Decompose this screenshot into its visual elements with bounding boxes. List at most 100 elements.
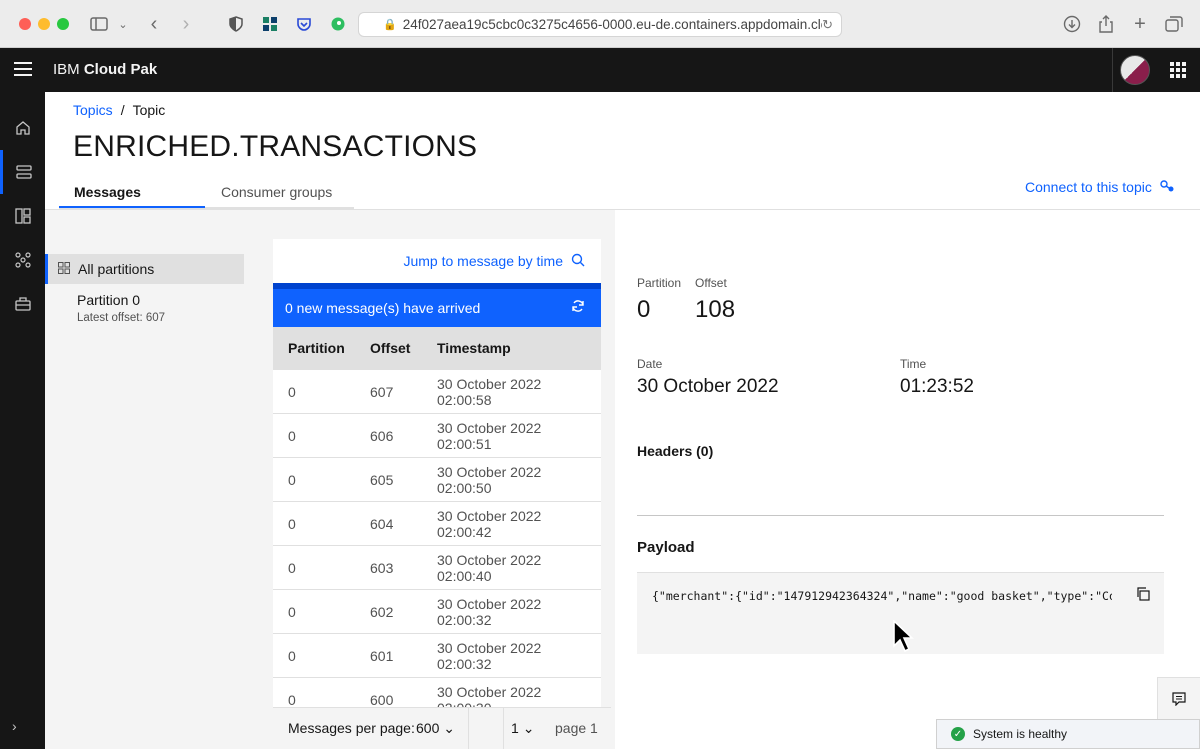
cell-offset: 600 [370,692,394,708]
tab-consumer-groups[interactable]: Consumer groups [205,174,354,208]
jump-to-message-button[interactable]: Jump to message by time [273,239,601,283]
time-value: 01:23:52 [900,376,974,397]
table-row[interactable]: 0 605 30 October 2022 02:00:50 [273,458,601,502]
messages-table: Jump to message by time 0 new message(s)… [273,239,601,749]
cell-timestamp: 30 October 2022 02:00:40 [437,552,542,584]
column-header-offset[interactable]: Offset [370,340,410,356]
forward-icon[interactable]: › [176,13,196,35]
cell-timestamp: 30 October 2022 02:00:58 [437,376,542,408]
page-title: ENRICHED.TRANSACTIONS [73,130,478,163]
page-label: page 1 [555,720,598,736]
pagination: Messages per page: 600 ⌄ 1 ⌄ page 1 [273,707,611,749]
cell-offset: 604 [370,516,394,532]
share-icon[interactable] [1096,14,1116,34]
table-row[interactable]: 0 606 30 October 2022 02:00:51 [273,414,601,458]
pocket-icon[interactable] [294,14,314,34]
date-label: Date [637,357,663,371]
cell-offset: 601 [370,648,394,664]
brand-name[interactable]: IBM Cloud Pak [53,61,157,78]
cell-partition: 0 [288,560,296,576]
download-icon[interactable] [1062,14,1082,34]
table-row[interactable]: 0 601 30 October 2022 02:00:32 [273,634,601,678]
breadcrumb: Topics / Topic [73,102,165,118]
date-value: 30 October 2022 [637,376,779,397]
grid-icon [58,261,70,277]
payload-heading: Payload [637,539,695,556]
cell-offset: 606 [370,428,394,444]
per-page-select[interactable]: 600 ⌄ [416,720,455,737]
checkmark-icon: ✓ [951,727,965,741]
schema-icon[interactable] [0,238,45,282]
table-row[interactable]: 0 604 30 October 2022 02:00:42 [273,502,601,546]
breadcrumb-current: Topic [132,102,166,118]
shield-icon[interactable] [226,14,246,34]
lock-icon: 🔒 [383,19,397,31]
tab-overview-icon[interactable] [1164,14,1184,34]
table-row[interactable]: 0 607 30 October 2022 02:00:58 [273,370,601,414]
partition-label: Partition [637,276,682,290]
menu-icon[interactable] [14,62,32,78]
connect-to-topic-link[interactable]: Connect to this topic [1025,179,1174,195]
maximize-window-button[interactable] [57,18,69,30]
payload-text[interactable]: {"merchant":{"id":"147912942364324","nam… [652,589,1112,603]
pagination-divider [503,708,504,749]
app-switcher-icon[interactable] [1170,62,1186,78]
reload-icon[interactable]: ↻ [822,17,833,33]
refresh-icon[interactable] [571,299,585,318]
minimize-window-button[interactable] [38,18,50,30]
extension-grid-icon[interactable] [260,14,280,34]
all-partitions-label: All partitions [78,261,155,277]
avatar[interactable] [1120,55,1150,85]
chevron-down-icon[interactable]: ⌄ [113,14,133,34]
offset-value: 108 [695,296,736,323]
browser-toolbar: ⌄ ‹ › 🔒 24f027aea19c5cbc0c3275c4656-0000… [0,0,1200,48]
breadcrumb-topics-link[interactable]: Topics [73,102,113,118]
copy-icon[interactable] [1136,587,1150,604]
cell-timestamp: 30 October 2022 02:00:51 [437,420,542,452]
close-window-button[interactable] [19,18,31,30]
cell-offset: 605 [370,472,394,488]
table-header: Partition Offset Timestamp [273,327,601,370]
cell-partition: 0 [288,472,296,488]
expand-nav-icon[interactable]: › [12,718,17,734]
cell-offset: 607 [370,384,394,400]
evernote-icon[interactable] [328,14,348,34]
offset-label: Offset [695,276,727,290]
partition-value: 0 [637,296,651,323]
notification-text: 0 new message(s) have arrived [285,300,481,316]
back-icon[interactable]: ‹ [144,13,164,35]
dashboard-icon[interactable] [0,194,45,238]
column-header-timestamp[interactable]: Timestamp [437,340,511,356]
partition-item[interactable]: Partition 0 [77,292,140,308]
page-select[interactable]: 1 ⌄ [511,720,534,737]
headers-heading[interactable]: Headers (0) [637,443,713,459]
tab-messages[interactable]: Messages [59,174,205,208]
topics-icon[interactable] [0,150,45,194]
cell-partition: 0 [288,516,296,532]
address-bar[interactable]: 🔒 24f027aea19c5cbc0c3275c4656-0000.eu-de… [358,12,842,37]
column-header-partition[interactable]: Partition [288,340,345,356]
cell-partition: 0 [288,384,296,400]
cell-timestamp: 30 October 2022 02:00:50 [437,464,542,496]
section-divider [637,515,1164,516]
cell-offset: 603 [370,560,394,576]
table-row[interactable]: 0 603 30 October 2022 02:00:40 [273,546,601,590]
all-partitions-item[interactable]: All partitions [45,254,244,284]
table-row[interactable]: 0 602 30 October 2022 02:00:32 [273,590,601,634]
home-icon[interactable] [0,106,45,150]
breadcrumb-separator: / [120,102,125,118]
sidebar-toggle-icon[interactable] [89,14,109,34]
chat-icon[interactable] [1157,677,1200,719]
new-tab-icon[interactable]: + [1130,13,1150,35]
toolbox-icon[interactable] [0,282,45,326]
connect-icon [1160,180,1174,195]
cell-timestamp: 30 October 2022 02:00:42 [437,508,542,540]
chevron-down-icon: ⌄ [443,720,455,736]
chevron-down-icon: ⌄ [522,720,535,736]
new-messages-notification: 0 new message(s) have arrived [273,283,601,327]
page-header: Topics / Topic ENRICHED.TRANSACTIONS Messa… [45,92,1200,210]
time-label: Time [900,357,927,371]
cell-partition: 0 [288,604,296,620]
side-navigation: › [0,92,45,749]
status-badge[interactable]: ✓ System is healthy [936,719,1200,749]
